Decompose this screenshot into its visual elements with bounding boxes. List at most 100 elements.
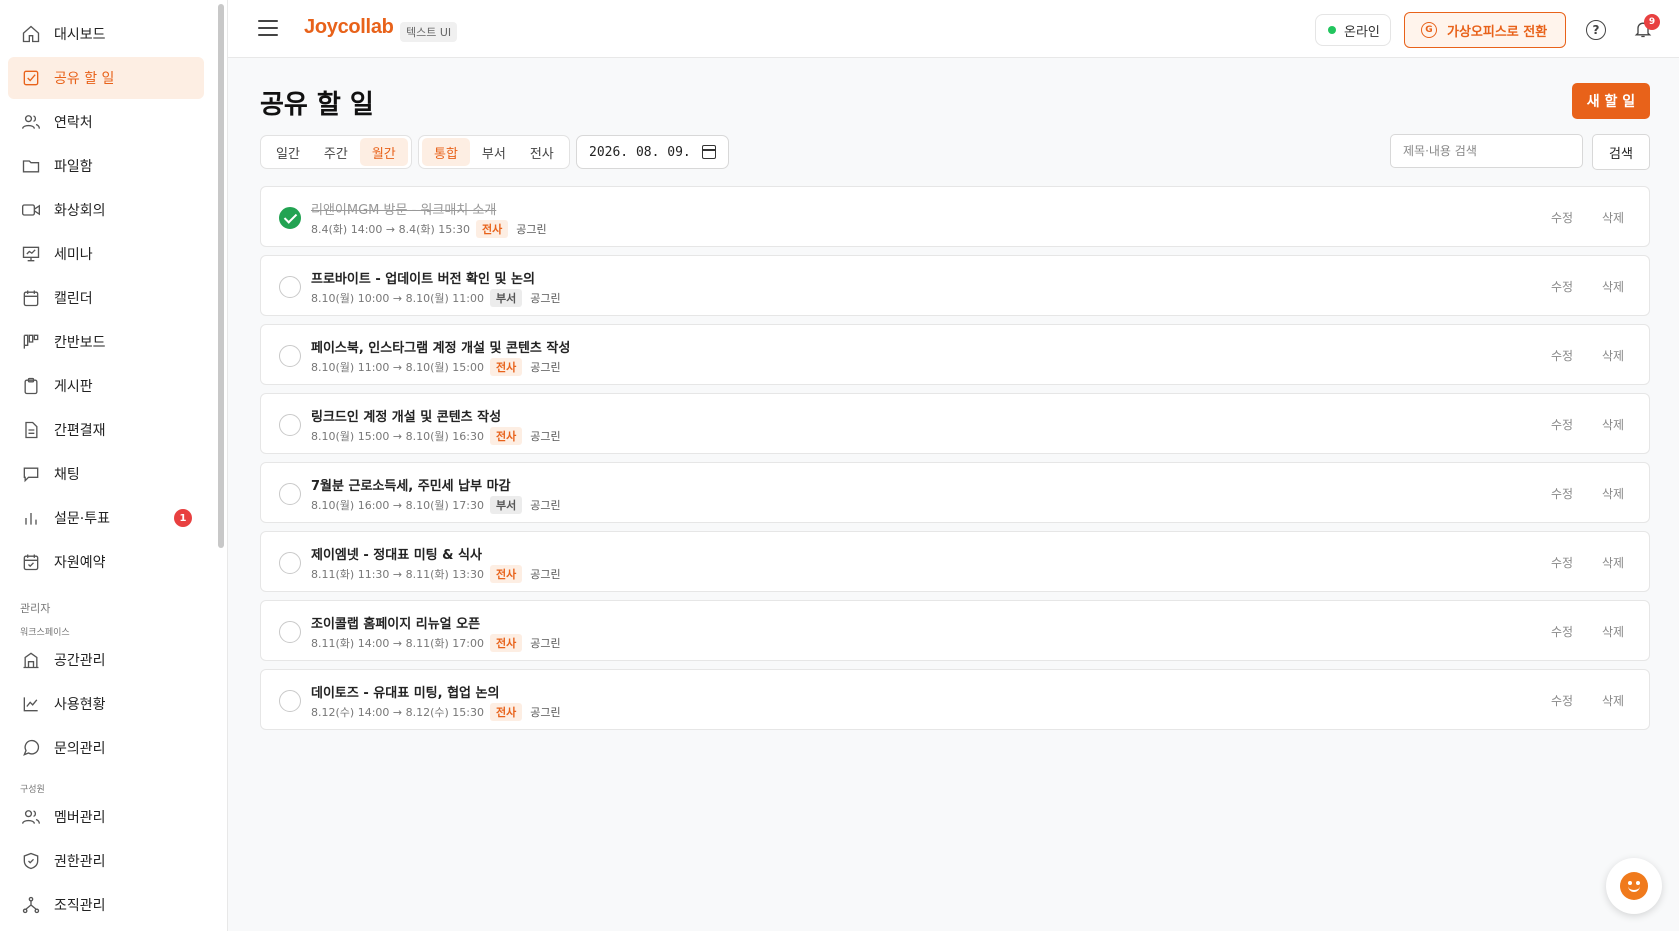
task-title[interactable]: 제이엠넷 - 정대표 미팅 & 식사 — [311, 544, 482, 563]
sidebar-item-label: 채팅 — [54, 467, 80, 483]
sidebar-scrollbar[interactable] — [218, 4, 224, 548]
task-checkbox[interactable] — [279, 552, 301, 574]
task-title[interactable]: 리앤이MGM 방문 - 워크매치 소개 — [311, 199, 496, 218]
sidebar-item-files[interactable]: 파일함 — [8, 145, 204, 187]
task-time: 8.10(월) 15:00 → 8.10(월) 16:30 — [311, 430, 484, 443]
checkbox-icon — [20, 67, 42, 89]
task-meta: 8.10(월) 11:00 → 8.10(월) 15:00 전사 공그린 — [311, 358, 561, 376]
tab-company[interactable]: 전사 — [518, 138, 566, 166]
task-checkbox[interactable] — [279, 414, 301, 436]
delete-button[interactable]: 삭제 — [1602, 278, 1624, 295]
task-checkbox[interactable] — [279, 621, 301, 643]
delete-button[interactable]: 삭제 — [1602, 347, 1624, 364]
sidebar-item-members[interactable]: 멤버관리 — [8, 796, 204, 838]
date-value: 2026. 08. 09. — [589, 144, 691, 160]
task-checkbox[interactable] — [279, 483, 301, 505]
edit-button[interactable]: 수정 — [1551, 347, 1573, 364]
sidebar-item-approval[interactable]: 간편결재 — [8, 409, 204, 451]
virtual-office-button[interactable]: G 가상오피스로 전환 — [1404, 12, 1566, 48]
sidebar-item-space-admin[interactable]: 공간관리 — [8, 639, 204, 681]
delete-button[interactable]: 삭제 — [1602, 554, 1624, 571]
sidebar-item-label: 조직관리 — [54, 898, 106, 914]
search-input[interactable] — [1390, 134, 1583, 168]
task-title[interactable]: 7월분 근로소득세, 주민세 납부 마감 — [311, 475, 511, 494]
menu-icon[interactable] — [258, 20, 278, 38]
assistant-bot-button[interactable] — [1606, 858, 1662, 914]
sidebar-item-label: 세미나 — [54, 247, 93, 263]
task-scope-badge: 전사 — [490, 358, 523, 376]
task-checkbox[interactable] — [279, 345, 301, 367]
sidebar-item-shared-todo[interactable]: 공유 할 일 — [8, 57, 204, 99]
task-title[interactable]: 조이콜랩 홈페이지 리뉴얼 오픈 — [311, 613, 480, 632]
online-status[interactable]: 온라인 — [1315, 14, 1391, 46]
sidebar-item-label: 공간관리 — [54, 653, 106, 669]
delete-button[interactable]: 삭제 — [1602, 692, 1624, 709]
task-row[interactable]: 리앤이MGM 방문 - 워크매치 소개 8.4(화) 14:00 → 8.4(화)… — [260, 186, 1650, 247]
task-scope-badge: 전사 — [490, 427, 523, 445]
calendar-icon[interactable] — [702, 145, 716, 159]
task-owner: 공그린 — [530, 292, 561, 305]
task-title[interactable]: 페이스북, 인스타그램 계정 개설 및 콘텐츠 작성 — [311, 337, 570, 356]
tab-monthly[interactable]: 월간 — [359, 138, 408, 166]
task-row[interactable]: 페이스북, 인스타그램 계정 개설 및 콘텐츠 작성 8.10(월) 11:00 … — [260, 324, 1650, 385]
delete-button[interactable]: 삭제 — [1602, 209, 1624, 226]
task-row[interactable]: 조이콜랩 홈페이지 리뉴얼 오픈 8.11(화) 14:00 → 8.11(화) … — [260, 600, 1650, 661]
date-picker[interactable]: 2026. 08. 09. — [576, 135, 729, 169]
search-button[interactable]: 검색 — [1592, 134, 1650, 170]
task-title[interactable]: 프로바이트 - 업데이트 버전 확인 및 논의 — [311, 268, 535, 287]
sidebar-item-inquiry[interactable]: 문의관리 — [8, 727, 204, 769]
sidebar-item-board[interactable]: 게시판 — [8, 365, 204, 407]
tab-daily[interactable]: 일간 — [264, 138, 312, 166]
delete-button[interactable]: 삭제 — [1602, 485, 1624, 502]
task-row[interactable]: 데이토즈 - 유대표 미팅, 협업 논의 8.12(수) 14:00 → 8.12… — [260, 669, 1650, 730]
delete-button[interactable]: 삭제 — [1602, 416, 1624, 433]
new-todo-button[interactable]: 새 할 일 — [1572, 83, 1650, 119]
task-checkbox[interactable] — [279, 207, 301, 229]
top-header: Joycollab 텍스트 UI 온라인 G 가상오피스로 전환 ? 9 — [228, 0, 1679, 58]
help-icon[interactable]: ? — [1586, 20, 1606, 40]
status-label: 온라인 — [1344, 24, 1380, 40]
task-checkbox[interactable] — [279, 276, 301, 298]
task-checkbox[interactable] — [279, 690, 301, 712]
sidebar: 대시보드 공유 할 일 연락처 파일함 화상회의 세미나 캘린더 칸반보드 게시… — [0, 0, 228, 931]
sidebar-item-chat[interactable]: 채팅 — [8, 453, 204, 495]
task-title[interactable]: 링크드인 계정 개설 및 콘텐츠 작성 — [311, 406, 501, 425]
sidebar-item-calendar[interactable]: 캘린더 — [8, 277, 204, 319]
task-meta: 8.10(월) 10:00 → 8.10(월) 11:00 부서 공그린 — [311, 289, 561, 307]
task-owner: 공그린 — [516, 223, 547, 236]
edit-button[interactable]: 수정 — [1551, 416, 1573, 433]
calendar-check-icon — [20, 551, 42, 573]
sidebar-item-seminar[interactable]: 세미나 — [8, 233, 204, 275]
sidebar-item-resource-booking[interactable]: 자원예약 — [8, 541, 204, 583]
task-row[interactable]: 제이엠넷 - 정대표 미팅 & 식사 8.11(화) 11:30 → 8.11(화… — [260, 531, 1650, 592]
tab-department[interactable]: 부서 — [470, 138, 518, 166]
task-title[interactable]: 데이토즈 - 유대표 미팅, 협업 논의 — [311, 682, 499, 701]
period-tabs: 일간 주간 월간 — [260, 135, 412, 169]
edit-button[interactable]: 수정 — [1551, 278, 1573, 295]
task-owner: 공그린 — [530, 430, 561, 443]
delete-button[interactable]: 삭제 — [1602, 623, 1624, 640]
sidebar-item-video-meeting[interactable]: 화상회의 — [8, 189, 204, 231]
sidebar-item-kanban[interactable]: 칸반보드 — [8, 321, 204, 363]
edit-button[interactable]: 수정 — [1551, 554, 1573, 571]
app-logo[interactable]: Joycollab — [304, 16, 394, 39]
edit-button[interactable]: 수정 — [1551, 623, 1573, 640]
sidebar-item-dashboard[interactable]: 대시보드 — [8, 13, 204, 55]
sidebar-item-organization[interactable]: 조직관리 — [8, 884, 204, 926]
sidebar-item-permissions[interactable]: 권한관리 — [8, 840, 204, 882]
tab-weekly[interactable]: 주간 — [312, 138, 360, 166]
task-row[interactable]: 링크드인 계정 개설 및 콘텐츠 작성 8.10(월) 15:00 → 8.10(… — [260, 393, 1650, 454]
workspace-section-label: 워크스페이스 — [20, 628, 70, 638]
task-row[interactable]: 프로바이트 - 업데이트 버전 확인 및 논의 8.10(월) 10:00 → 8… — [260, 255, 1650, 316]
sidebar-item-contacts[interactable]: 연락처 — [8, 101, 204, 143]
task-meta: 8.11(화) 14:00 → 8.11(화) 17:00 전사 공그린 — [311, 634, 561, 652]
task-owner: 공그린 — [530, 361, 561, 374]
task-row[interactable]: 7월분 근로소득세, 주민세 납부 마감 8.10(월) 16:00 → 8.10… — [260, 462, 1650, 523]
sidebar-item-survey[interactable]: 설문·투표 1 — [8, 497, 204, 539]
edit-button[interactable]: 수정 — [1551, 485, 1573, 502]
edit-button[interactable]: 수정 — [1551, 209, 1573, 226]
tab-all[interactable]: 통합 — [422, 138, 470, 166]
edit-button[interactable]: 수정 — [1551, 692, 1573, 709]
sidebar-item-usage[interactable]: 사용현황 — [8, 683, 204, 725]
admin-section-label: 관리자 — [20, 602, 51, 615]
